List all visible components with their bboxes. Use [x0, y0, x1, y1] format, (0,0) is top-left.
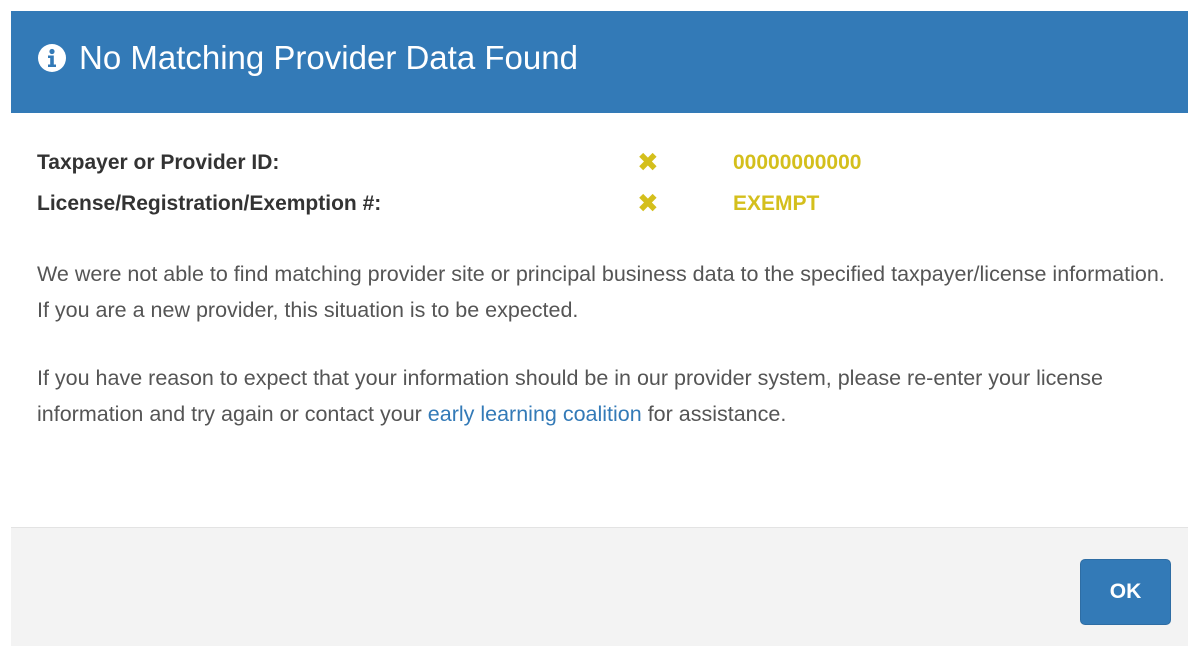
- field-row-provider-id: Taxpayer or Provider ID: ✖ 00000000000: [37, 147, 1137, 181]
- ok-button[interactable]: OK: [1080, 559, 1171, 625]
- message-paragraph-2: If you have reason to expect that your i…: [37, 360, 1177, 432]
- modal-body: Taxpayer or Provider ID: ✖ 00000000000 L…: [11, 113, 1188, 527]
- field-label: License/Registration/Exemption #:: [37, 192, 382, 215]
- field-value: EXEMPT: [733, 192, 820, 215]
- field-value: 00000000000: [733, 151, 862, 174]
- modal-header: No Matching Provider Data Found: [11, 11, 1188, 113]
- message-paragraph-1: We were not able to find matching provid…: [37, 262, 1165, 322]
- early-learning-coalition-link[interactable]: early learning coalition: [428, 402, 642, 426]
- modal-title: No Matching Provider Data Found: [79, 39, 578, 76]
- modal-footer: OK: [11, 527, 1188, 646]
- x-mark-icon: ✖: [637, 188, 659, 218]
- info-circle-icon: [37, 43, 67, 73]
- field-row-license: License/Registration/Exemption #: ✖ EXEM…: [37, 188, 1137, 222]
- message-text: for assistance.: [641, 402, 787, 426]
- modal-dialog: No Matching Provider Data Found Taxpayer…: [0, 0, 1188, 646]
- field-label: Taxpayer or Provider ID:: [37, 151, 280, 174]
- x-mark-icon: ✖: [637, 147, 659, 177]
